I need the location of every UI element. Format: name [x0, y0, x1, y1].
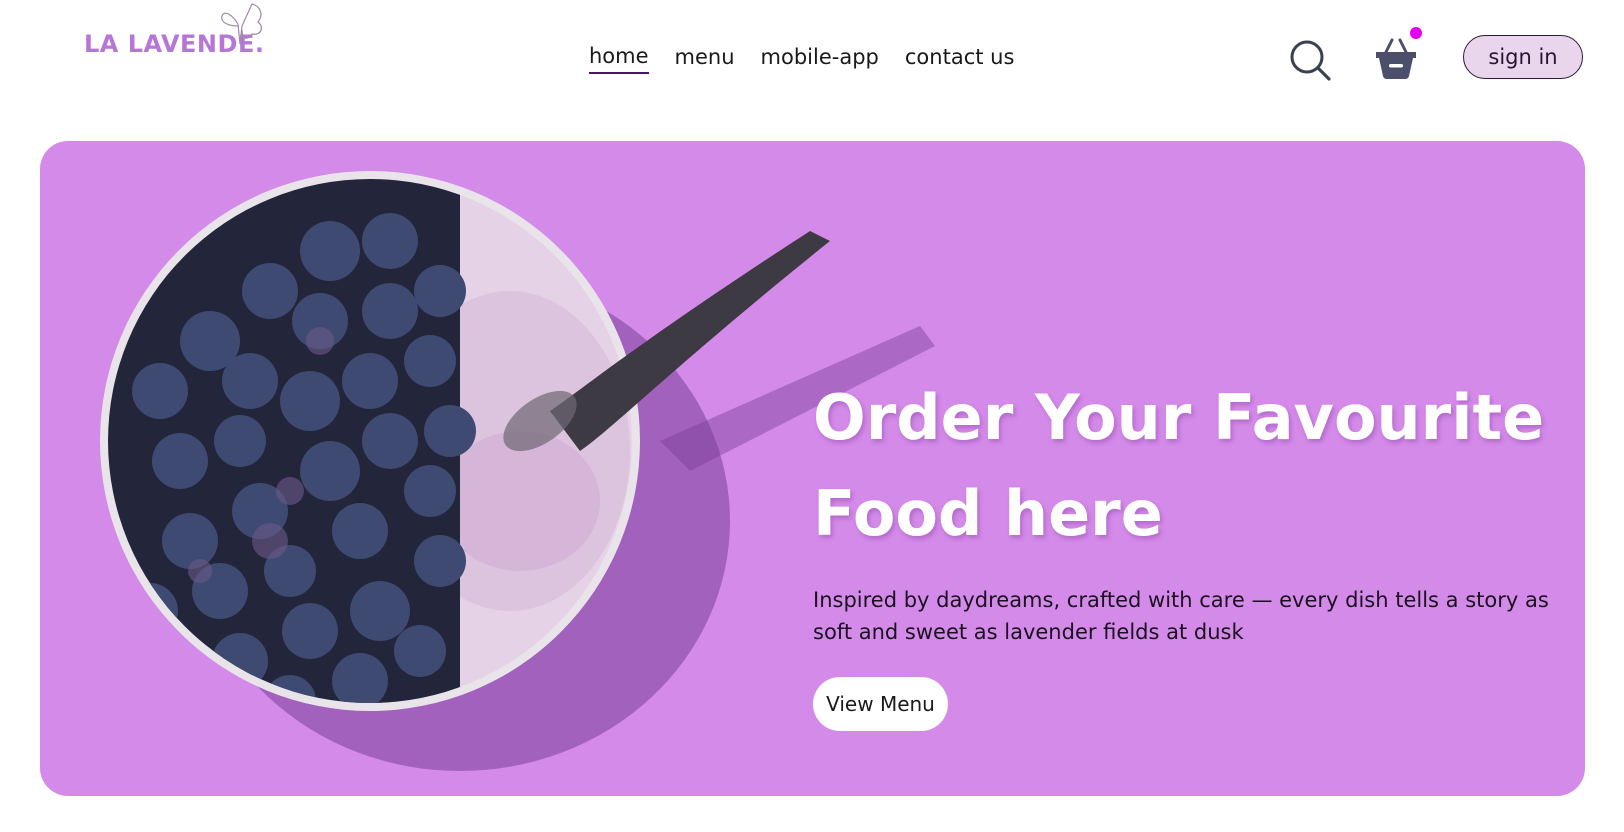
hero-title: Order Your Favourite Food here	[813, 381, 1545, 550]
site-header: LA LAVENDE. home menu mobile-app contact…	[0, 0, 1624, 110]
butterfly-icon	[221, 3, 262, 45]
cart-badge-dot	[1410, 27, 1422, 39]
yogurt-blueberry-bowl-image	[100, 171, 935, 771]
hero-subtitle: Inspired by daydreams, crafted with care…	[813, 588, 1549, 644]
nav-menu[interactable]: menu	[675, 45, 735, 73]
view-menu-button[interactable]: View Menu	[813, 677, 948, 731]
main-nav: home menu mobile-app contact us	[589, 44, 1014, 74]
nav-contact-us[interactable]: contact us	[905, 45, 1015, 73]
hero-banner: Order Your Favourite Food here Inspired …	[40, 141, 1585, 796]
search-icon[interactable]	[1288, 38, 1332, 82]
basket-icon[interactable]	[1372, 34, 1420, 82]
nav-home[interactable]: home	[589, 44, 649, 74]
nav-mobile-app[interactable]: mobile-app	[761, 45, 879, 73]
sign-in-button[interactable]: sign in	[1463, 35, 1583, 79]
